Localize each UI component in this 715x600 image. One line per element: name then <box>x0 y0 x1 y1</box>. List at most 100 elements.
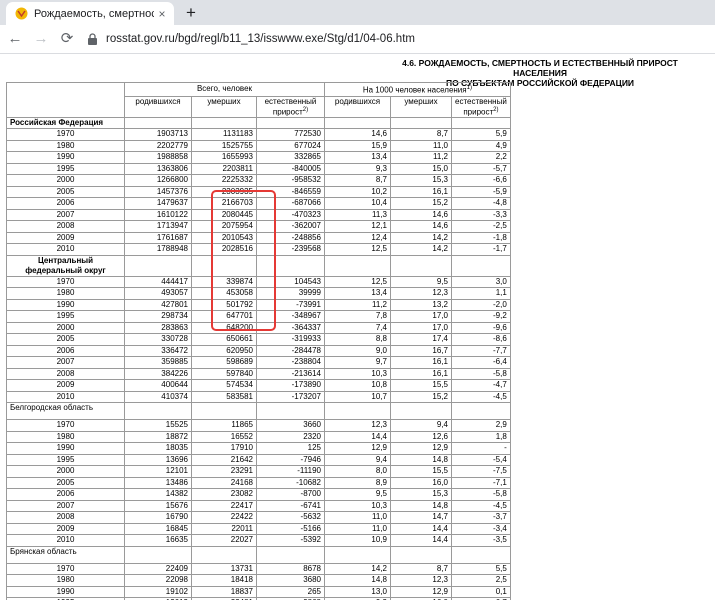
cell-deaths-per1000: 14,2 <box>390 243 452 256</box>
cell-natural: -319933 <box>256 333 325 346</box>
tab-close-icon[interactable]: × <box>154 7 170 21</box>
cell-natural-per1000: -9,6 <box>451 321 511 335</box>
section-empty-cell <box>390 254 452 277</box>
cell-deaths-per1000: 15,2 <box>390 197 452 210</box>
cell-births: 15676 <box>124 499 192 513</box>
cell-year: 1990 <box>6 151 125 164</box>
cell-natural: 8678 <box>256 562 325 576</box>
table-row: 1970 1903713 1131183 772530 14,6 8,7 5,9 <box>6 128 511 141</box>
cell-deaths: 22027 <box>191 534 257 547</box>
lock-icon[interactable] <box>84 31 100 47</box>
header-births-per1000: родившихся <box>324 95 391 118</box>
section-empty-cell <box>191 545 257 564</box>
cell-natural: 265 <box>256 585 325 599</box>
cell-births: 1988858 <box>124 151 192 164</box>
new-tab-button[interactable]: + <box>180 3 202 23</box>
table-row: 2005 1457376 2303935 -846559 10,2 16,1 -5,9 <box>6 185 511 199</box>
cell-births-per1000: 11,2 <box>324 298 391 312</box>
cell-deaths: 1655993 <box>191 151 257 164</box>
section-empty-cell <box>124 545 192 564</box>
section-empty-cell <box>191 254 257 277</box>
cell-year: 2006 <box>6 197 125 210</box>
cell-natural-per1000: -1,8 <box>451 231 511 245</box>
cell-deaths: 13731 <box>191 562 257 576</box>
cell-year: 1970 <box>6 128 125 141</box>
cell-natural-per1000: -5,7 <box>451 162 511 176</box>
back-button[interactable]: ← <box>4 28 26 50</box>
cell-natural: 125 <box>256 442 325 455</box>
forward-button[interactable]: → <box>30 28 52 50</box>
cell-natural: -958532 <box>256 174 325 187</box>
cell-births: 400644 <box>124 379 192 392</box>
browser-toolbar: ← → ⟳ rosstat.gov.ru/bgd/regl/b11_13/iss… <box>0 25 715 54</box>
cell-deaths-per1000: 14,7 <box>390 511 452 524</box>
cell-natural-per1000: -4,8 <box>451 197 511 210</box>
table-row: 2007 1610122 2080445 -470323 11,3 14,6 -3,3 <box>6 208 511 222</box>
cell-natural-per1000: -6,6 <box>451 174 511 187</box>
cell-natural-per1000: 4,9 <box>451 139 511 153</box>
cell-deaths-per1000: 14,2 <box>390 231 452 245</box>
stats-table: Всего, человек На 1000 человек населения… <box>6 82 511 600</box>
cell-year: 2008 <box>6 220 125 233</box>
section-empty-cell <box>124 402 192 421</box>
cell-natural-per1000: -7,7 <box>451 344 511 358</box>
cell-natural-per1000: - <box>451 442 511 455</box>
cell-natural-per1000: 5,5 <box>451 562 511 576</box>
table-row: 2010 16635 22027 -5392 10,9 14,4 -3,5 <box>6 534 511 547</box>
cell-deaths-per1000: 11,0 <box>390 139 452 153</box>
cell-deaths-per1000: 15,3 <box>390 174 452 187</box>
cell-deaths-per1000: 15,2 <box>390 390 452 404</box>
table-row: 2008 384226 597840 -213614 10,3 16,1 -5,8 <box>6 367 511 381</box>
cell-births-per1000: 10,7 <box>324 390 391 404</box>
cell-natural: -284478 <box>256 344 325 358</box>
header-births: родившихся <box>124 95 192 118</box>
cell-deaths: 22422 <box>191 511 257 524</box>
cell-year: 1970 <box>6 419 125 432</box>
cell-births: 18035 <box>124 442 192 455</box>
cell-natural: -73991 <box>256 298 325 312</box>
cell-year: 2009 <box>6 231 125 245</box>
cell-natural-per1000: 5,9 <box>451 128 511 141</box>
reload-button[interactable]: ⟳ <box>56 28 78 50</box>
cell-deaths-per1000: 16,0 <box>390 476 452 490</box>
cell-deaths-per1000: 8,7 <box>390 562 452 576</box>
tab-title: Рождаемость, смертность и есте <box>34 7 154 20</box>
cell-year: 1990 <box>6 442 125 455</box>
cell-births-per1000: 9,4 <box>324 453 391 467</box>
table-row: 1995 13696 21642 -7946 9,4 14,8 -5,4 <box>6 453 511 467</box>
cell-natural: 332865 <box>256 151 325 164</box>
cell-births: 13696 <box>124 453 192 467</box>
url-text[interactable]: rosstat.gov.ru/bgd/regl/b11_13/isswww.ex… <box>106 33 415 45</box>
address-bar[interactable]: rosstat.gov.ru/bgd/regl/b11_13/isswww.ex… <box>84 28 709 50</box>
cell-deaths: 2303935 <box>191 185 257 199</box>
header-natural-per1000: естественный прирост2) <box>451 95 511 118</box>
section-empty-cell <box>191 402 257 421</box>
cell-natural: 39999 <box>256 287 325 300</box>
cell-births: 384226 <box>124 367 192 381</box>
cell-natural-per1000: -5,4 <box>451 453 511 467</box>
cell-births-per1000: 14,6 <box>324 128 391 141</box>
cell-deaths: 17910 <box>191 442 257 455</box>
cell-births: 14382 <box>124 488 192 501</box>
cell-natural-per1000: -3,5 <box>451 534 511 547</box>
cell-year: 2007 <box>6 356 125 369</box>
cell-year: 2005 <box>6 333 125 346</box>
cell-births: 16635 <box>124 534 192 547</box>
cell-year: 2005 <box>6 476 125 490</box>
cell-year: 2010 <box>6 243 125 256</box>
cell-births-per1000: 10,3 <box>324 367 391 381</box>
cell-deaths: 18837 <box>191 585 257 599</box>
cell-deaths-per1000: 12,6 <box>390 430 452 444</box>
cell-deaths-per1000: 15,3 <box>390 488 452 501</box>
cell-births: 13486 <box>124 476 192 490</box>
cell-births-per1000: 12,5 <box>324 243 391 256</box>
table-row: 1990 427801 501792 -73991 11,2 13,2 -2,0 <box>6 298 511 312</box>
cell-births-per1000: 8,7 <box>324 174 391 187</box>
cell-natural-per1000: -7,1 <box>451 476 511 490</box>
browser-tab[interactable]: Рождаемость, смертность и есте × <box>6 2 174 25</box>
table-row: 1980 22098 18418 3680 14,8 12,3 2,5 <box>6 574 511 587</box>
cell-deaths-per1000: 12,9 <box>390 585 452 599</box>
cell-deaths: 2075954 <box>191 220 257 233</box>
table-row: 2010 410374 583581 -173207 10,7 15,2 -4,5 <box>6 390 511 404</box>
cell-natural: 104543 <box>256 275 325 289</box>
